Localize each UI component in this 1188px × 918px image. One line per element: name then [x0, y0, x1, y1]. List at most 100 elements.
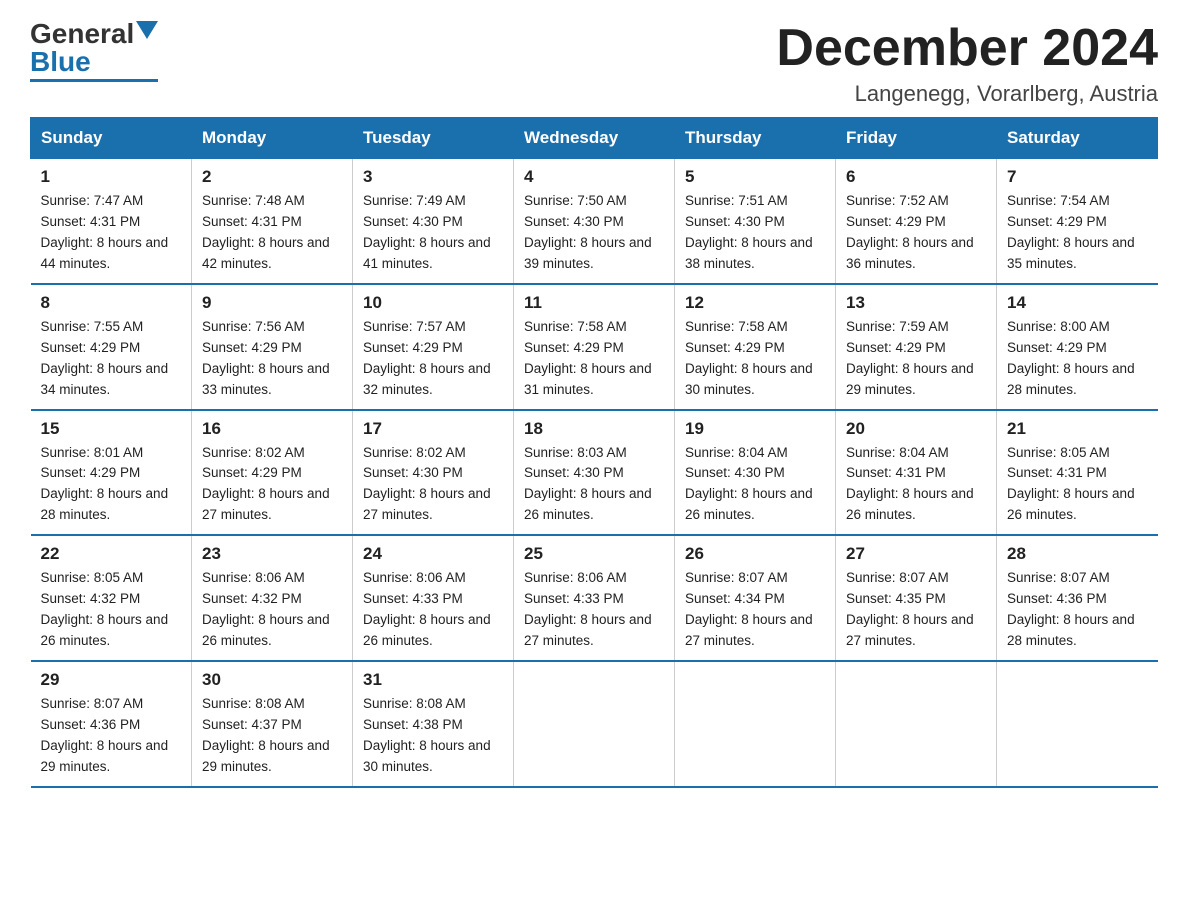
- calendar-cell: 19Sunrise: 8:04 AMSunset: 4:30 PMDayligh…: [675, 410, 836, 536]
- calendar-cell: 31 Sunrise: 8:08 AMSunset: 4:38 PMDayligh…: [353, 661, 514, 787]
- calendar-week-5: 29 Sunrise: 8:07 AMSunset: 4:36 PMDayligh…: [31, 661, 1158, 787]
- day-info: Sunrise: 8:08 AMSunset: 4:37 PMDaylight:…: [202, 694, 342, 778]
- day-info: Sunrise: 8:02 AMSunset: 4:29 PMDaylight:…: [202, 443, 342, 527]
- calendar-cell: 2 Sunrise: 7:48 AMSunset: 4:31 PMDaylight…: [192, 159, 353, 284]
- day-number: 12: [685, 293, 825, 313]
- calendar-cell: 11Sunrise: 7:58 AMSunset: 4:29 PMDayligh…: [514, 284, 675, 410]
- day-info: Sunrise: 8:02 AMSunset: 4:30 PMDaylight:…: [363, 443, 503, 527]
- calendar-cell: 28Sunrise: 8:07 AMSunset: 4:36 PMDayligh…: [997, 535, 1158, 661]
- day-number: 13: [846, 293, 986, 313]
- calendar-week-4: 22 Sunrise: 8:05 AMSunset: 4:32 PMDayligh…: [31, 535, 1158, 661]
- day-number: 2: [202, 167, 342, 187]
- day-info: Sunrise: 8:01 AMSunset: 4:29 PMDaylight:…: [41, 443, 182, 527]
- calendar-cell: [514, 661, 675, 787]
- calendar-cell: 30 Sunrise: 8:08 AMSunset: 4:37 PMDayligh…: [192, 661, 353, 787]
- day-number: 29: [41, 670, 182, 690]
- day-info: Sunrise: 7:52 AMSunset: 4:29 PMDaylight:…: [846, 191, 986, 275]
- logo-blue-text: Blue: [30, 48, 91, 76]
- calendar-cell: 26 Sunrise: 8:07 AMSunset: 4:34 PMDayligh…: [675, 535, 836, 661]
- day-number: 17: [363, 419, 503, 439]
- calendar-table: SundayMondayTuesdayWednesdayThursdayFrid…: [30, 117, 1158, 787]
- day-number: 8: [41, 293, 182, 313]
- title-block: December 2024 Langenegg, Vorarlberg, Aus…: [776, 20, 1158, 107]
- day-number: 6: [846, 167, 986, 187]
- day-number: 28: [1007, 544, 1148, 564]
- calendar-cell: 25Sunrise: 8:06 AMSunset: 4:33 PMDayligh…: [514, 535, 675, 661]
- calendar-cell: 3 Sunrise: 7:49 AMSunset: 4:30 PMDaylight…: [353, 159, 514, 284]
- logo-triangle-icon: [136, 21, 158, 43]
- location: Langenegg, Vorarlberg, Austria: [776, 81, 1158, 107]
- day-info: Sunrise: 7:57 AMSunset: 4:29 PMDaylight:…: [363, 317, 503, 401]
- calendar-cell: 6 Sunrise: 7:52 AMSunset: 4:29 PMDaylight…: [836, 159, 997, 284]
- calendar-cell: 27 Sunrise: 8:07 AMSunset: 4:35 PMDayligh…: [836, 535, 997, 661]
- day-number: 10: [363, 293, 503, 313]
- day-info: Sunrise: 8:05 AMSunset: 4:32 PMDaylight:…: [41, 568, 182, 652]
- day-info: Sunrise: 8:04 AMSunset: 4:31 PMDaylight:…: [846, 443, 986, 527]
- day-info: Sunrise: 8:07 AMSunset: 4:34 PMDaylight:…: [685, 568, 825, 652]
- calendar-week-2: 8 Sunrise: 7:55 AMSunset: 4:29 PMDaylight…: [31, 284, 1158, 410]
- day-info: Sunrise: 8:03 AMSunset: 4:30 PMDaylight:…: [524, 443, 664, 527]
- calendar-cell: 16Sunrise: 8:02 AMSunset: 4:29 PMDayligh…: [192, 410, 353, 536]
- calendar-cell: 12Sunrise: 7:58 AMSunset: 4:29 PMDayligh…: [675, 284, 836, 410]
- calendar-cell: 7 Sunrise: 7:54 AMSunset: 4:29 PMDaylight…: [997, 159, 1158, 284]
- day-info: Sunrise: 7:54 AMSunset: 4:29 PMDaylight:…: [1007, 191, 1148, 275]
- header-day-monday: Monday: [192, 118, 353, 159]
- calendar-cell: 1 Sunrise: 7:47 AMSunset: 4:31 PMDaylight…: [31, 159, 192, 284]
- day-info: Sunrise: 8:08 AMSunset: 4:38 PMDaylight:…: [363, 694, 503, 778]
- day-info: Sunrise: 7:55 AMSunset: 4:29 PMDaylight:…: [41, 317, 182, 401]
- calendar-cell: 18 Sunrise: 8:03 AMSunset: 4:30 PMDayligh…: [514, 410, 675, 536]
- day-number: 18: [524, 419, 664, 439]
- calendar-cell: 14 Sunrise: 8:00 AMSunset: 4:29 PMDayligh…: [997, 284, 1158, 410]
- day-info: Sunrise: 7:56 AMSunset: 4:29 PMDaylight:…: [202, 317, 342, 401]
- calendar-cell: 20 Sunrise: 8:04 AMSunset: 4:31 PMDayligh…: [836, 410, 997, 536]
- day-number: 15: [41, 419, 182, 439]
- day-info: Sunrise: 8:06 AMSunset: 4:32 PMDaylight:…: [202, 568, 342, 652]
- day-info: Sunrise: 7:47 AMSunset: 4:31 PMDaylight:…: [41, 191, 182, 275]
- page-header: General Blue December 2024 Langenegg, Vo…: [30, 20, 1158, 107]
- calendar-cell: 21Sunrise: 8:05 AMSunset: 4:31 PMDayligh…: [997, 410, 1158, 536]
- calendar-cell: 5Sunrise: 7:51 AMSunset: 4:30 PMDaylight…: [675, 159, 836, 284]
- day-number: 22: [41, 544, 182, 564]
- calendar-cell: 13 Sunrise: 7:59 AMSunset: 4:29 PMDayligh…: [836, 284, 997, 410]
- logo: General Blue: [30, 20, 158, 82]
- day-number: 11: [524, 293, 664, 313]
- day-number: 31: [363, 670, 503, 690]
- calendar-week-1: 1 Sunrise: 7:47 AMSunset: 4:31 PMDaylight…: [31, 159, 1158, 284]
- logo-underline: [30, 79, 158, 82]
- day-info: Sunrise: 8:07 AMSunset: 4:36 PMDaylight:…: [41, 694, 182, 778]
- day-number: 27: [846, 544, 986, 564]
- header-day-friday: Friday: [836, 118, 997, 159]
- day-number: 30: [202, 670, 342, 690]
- calendar-cell: [997, 661, 1158, 787]
- calendar-header: SundayMondayTuesdayWednesdayThursdayFrid…: [31, 118, 1158, 159]
- header-day-saturday: Saturday: [997, 118, 1158, 159]
- header-day-thursday: Thursday: [675, 118, 836, 159]
- header-day-sunday: Sunday: [31, 118, 192, 159]
- logo-general-text: General: [30, 20, 134, 48]
- calendar-cell: 22 Sunrise: 8:05 AMSunset: 4:32 PMDayligh…: [31, 535, 192, 661]
- day-number: 3: [363, 167, 503, 187]
- day-number: 7: [1007, 167, 1148, 187]
- day-info: Sunrise: 8:05 AMSunset: 4:31 PMDaylight:…: [1007, 443, 1148, 527]
- header-day-tuesday: Tuesday: [353, 118, 514, 159]
- day-info: Sunrise: 7:48 AMSunset: 4:31 PMDaylight:…: [202, 191, 342, 275]
- calendar-cell: 24Sunrise: 8:06 AMSunset: 4:33 PMDayligh…: [353, 535, 514, 661]
- day-number: 1: [41, 167, 182, 187]
- calendar-cell: 4Sunrise: 7:50 AMSunset: 4:30 PMDaylight…: [514, 159, 675, 284]
- month-title: December 2024: [776, 20, 1158, 77]
- day-info: Sunrise: 8:06 AMSunset: 4:33 PMDaylight:…: [363, 568, 503, 652]
- day-info: Sunrise: 7:49 AMSunset: 4:30 PMDaylight:…: [363, 191, 503, 275]
- calendar-cell: 15 Sunrise: 8:01 AMSunset: 4:29 PMDayligh…: [31, 410, 192, 536]
- calendar-cell: [836, 661, 997, 787]
- day-info: Sunrise: 8:00 AMSunset: 4:29 PMDaylight:…: [1007, 317, 1148, 401]
- day-info: Sunrise: 7:59 AMSunset: 4:29 PMDaylight:…: [846, 317, 986, 401]
- day-number: 20: [846, 419, 986, 439]
- day-number: 23: [202, 544, 342, 564]
- day-number: 14: [1007, 293, 1148, 313]
- header-day-wednesday: Wednesday: [514, 118, 675, 159]
- calendar-cell: 8 Sunrise: 7:55 AMSunset: 4:29 PMDaylight…: [31, 284, 192, 410]
- day-number: 26: [685, 544, 825, 564]
- day-info: Sunrise: 7:51 AMSunset: 4:30 PMDaylight:…: [685, 191, 825, 275]
- day-number: 25: [524, 544, 664, 564]
- day-info: Sunrise: 8:07 AMSunset: 4:35 PMDaylight:…: [846, 568, 986, 652]
